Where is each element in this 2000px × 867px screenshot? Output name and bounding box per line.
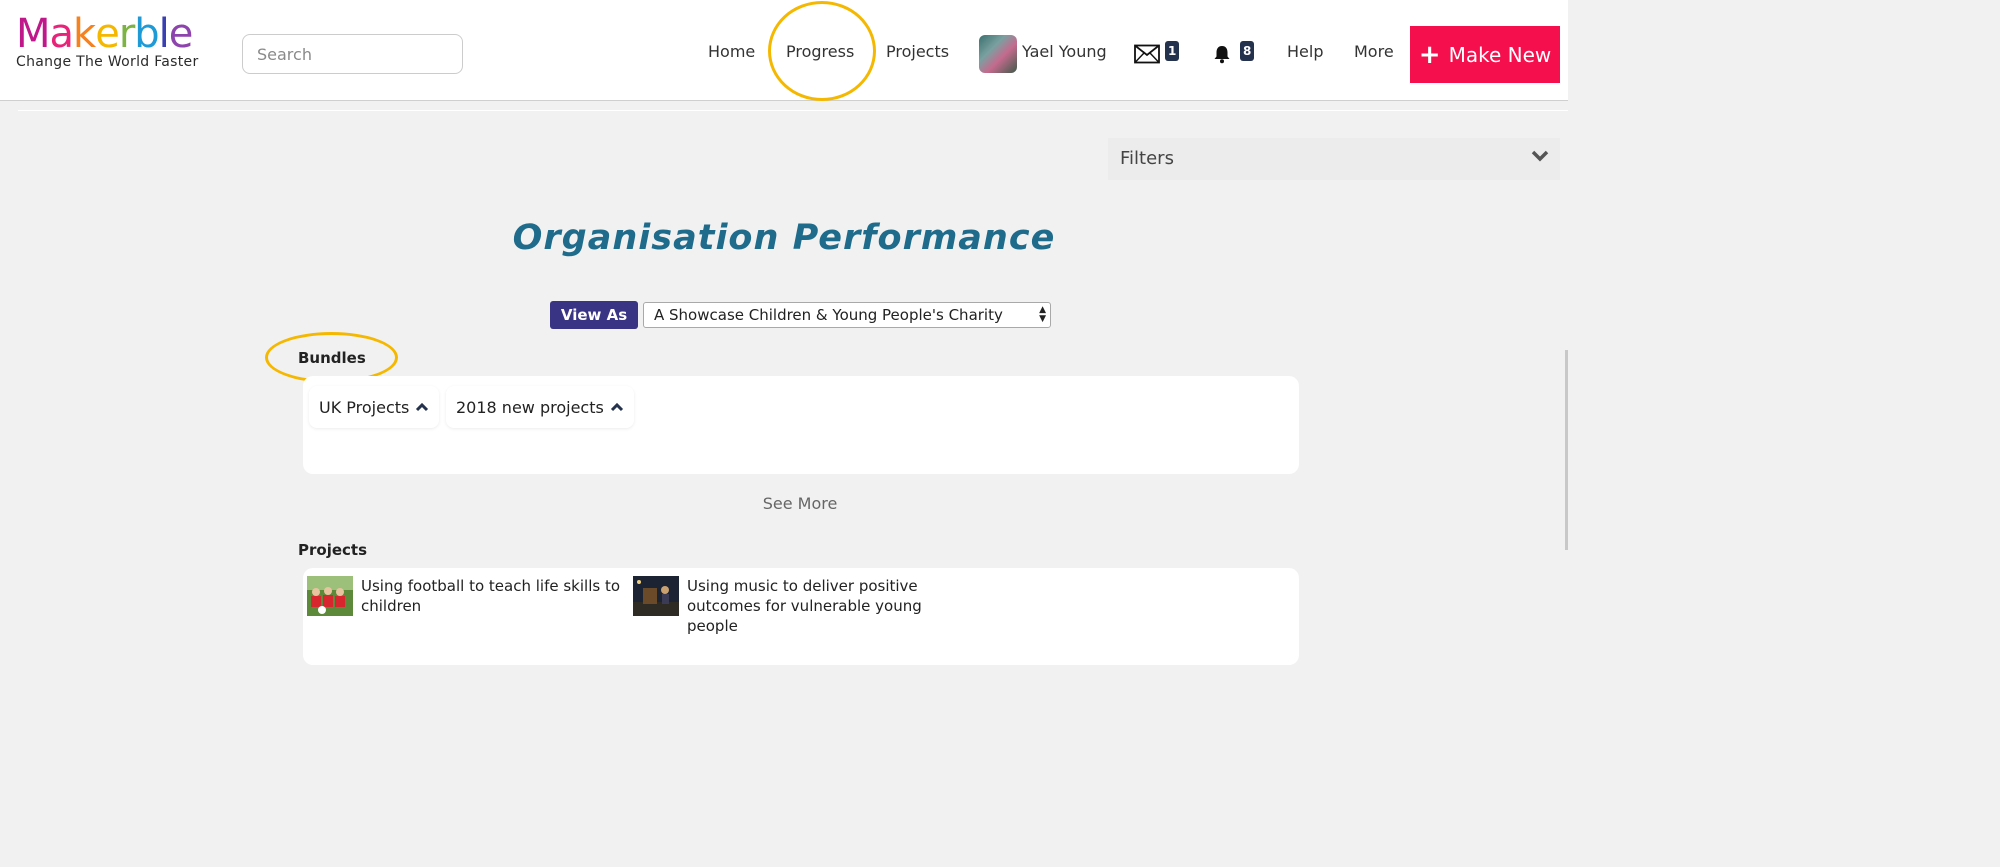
nav-more[interactable]: More [1354, 42, 1394, 61]
header-divider [18, 110, 1568, 111]
project-title-line: children [361, 597, 422, 615]
top-header: Makerble Change The World Faster Home Pr… [0, 0, 1568, 101]
make-new-button[interactable]: + Make New [1410, 26, 1560, 83]
make-new-label: Make New [1448, 42, 1552, 67]
logo-letter: r [118, 11, 135, 57]
bundle-label: 2018 new projects [456, 397, 604, 417]
logo-letter: l [158, 11, 170, 57]
see-more-link[interactable]: See More [0, 494, 1600, 513]
project-item-football[interactable]: Using football to teach life skills to c… [307, 574, 620, 616]
user-avatar[interactable] [979, 35, 1017, 73]
messages-count-badge: 1 [1165, 41, 1180, 61]
filters-toggle[interactable]: Filters [1108, 138, 1560, 180]
bundles-card: UK Projects 2018 new projects [303, 376, 1299, 474]
logo-letter: e [168, 11, 194, 57]
project-title-line: Using music to deliver positive [687, 577, 918, 595]
bundle-chip-2018-new-projects[interactable]: 2018 new projects [446, 386, 634, 428]
filters-label: Filters [1120, 148, 1174, 169]
bundle-chip-uk-projects[interactable]: UK Projects [309, 386, 440, 428]
bundles-heading: Bundles [298, 349, 366, 367]
view-as-select[interactable]: A Showcase Children & Young People's Cha… [643, 302, 1051, 328]
search-input[interactable] [242, 34, 463, 74]
logo-letter: e [95, 11, 120, 57]
nav-projects[interactable]: Projects [886, 42, 949, 61]
notifications-count-badge: 8 [1240, 41, 1255, 61]
bell-icon[interactable] [1212, 44, 1232, 64]
logo-tagline: Change The World Faster [16, 54, 199, 70]
nav-home[interactable]: Home [708, 42, 755, 61]
projects-heading: Projects [298, 541, 368, 559]
project-title-line: outcomes for vulnerable young [687, 597, 922, 615]
bundle-label: UK Projects [319, 397, 410, 417]
nav-progress[interactable]: Progress [786, 42, 854, 61]
logo-wordmark: Makerble [16, 14, 216, 54]
logo-letter: M [16, 11, 51, 57]
page-title: Organisation Performance [512, 218, 1056, 258]
logo-letter: k [73, 11, 96, 57]
project-title-line: Using football to teach life skills to [361, 577, 620, 595]
logo-letter: a [49, 11, 74, 57]
nav-help[interactable]: Help [1287, 42, 1323, 61]
envelope-icon[interactable] [1134, 44, 1160, 64]
project-title: Using music to deliver positive outcomes… [687, 576, 922, 636]
page-scrollbar[interactable] [1565, 350, 1568, 550]
project-thumbnail [633, 576, 679, 616]
logo-letter: b [134, 11, 159, 57]
makerble-logo[interactable]: Makerble Change The World Faster [16, 14, 216, 70]
chevron-up-icon [610, 402, 623, 412]
plus-icon: + [1418, 39, 1441, 70]
nav-user-name[interactable]: Yael Young [1022, 42, 1107, 61]
chevron-up-icon [416, 402, 429, 412]
project-title-line: people [687, 617, 738, 635]
projects-card: Using football to teach life skills to c… [303, 568, 1299, 665]
project-thumbnail [307, 576, 353, 616]
project-item-music[interactable]: Using music to deliver positive outcomes… [633, 574, 922, 636]
select-arrows-icon: ▲ ▼ [1039, 305, 1046, 324]
view-as-selected-value: A Showcase Children & Young People's Cha… [654, 306, 1003, 324]
view-as-label: View As [550, 301, 638, 329]
chevron-down-icon [1531, 150, 1549, 162]
project-title: Using football to teach life skills to c… [361, 576, 620, 616]
